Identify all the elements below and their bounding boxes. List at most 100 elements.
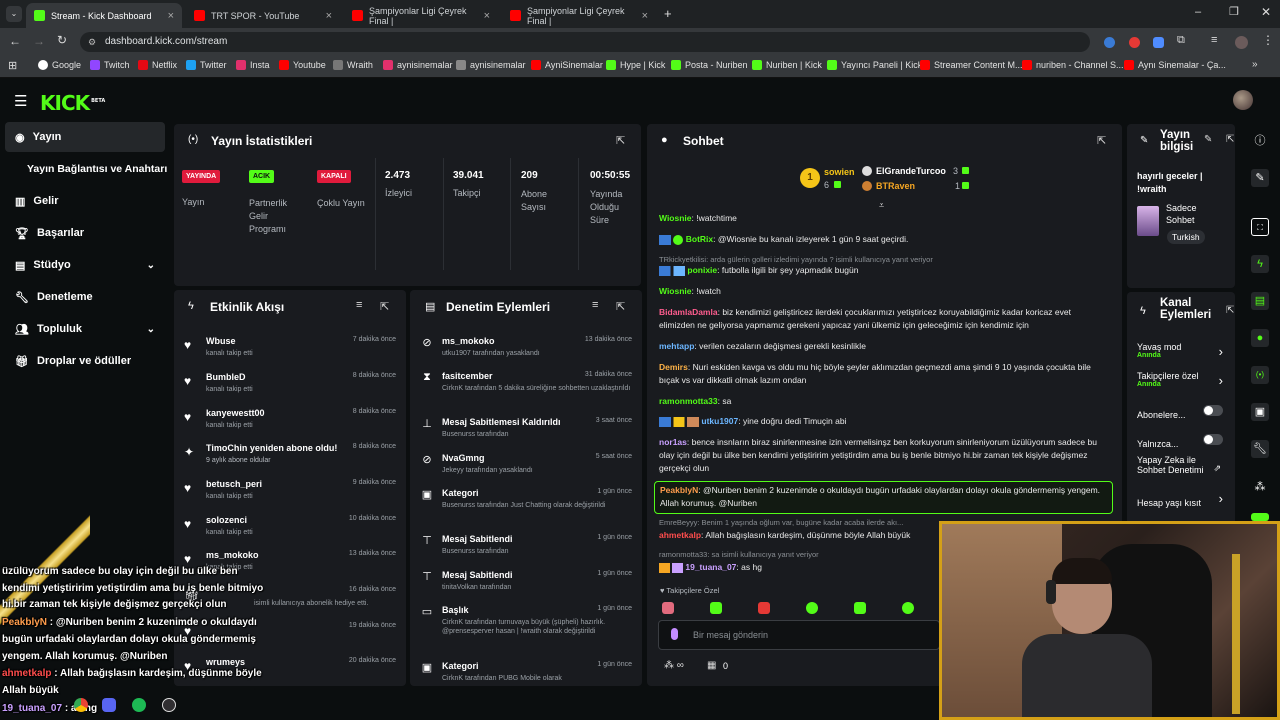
info-icon[interactable]: ⓘ	[1251, 132, 1269, 150]
popout-icon[interactable]: ⇱	[1097, 134, 1106, 147]
spotify-taskbar-icon[interactable]	[132, 698, 146, 712]
save-icon[interactable]: ▣	[1251, 403, 1269, 421]
sidebar-item-basarilar[interactable]: 🏆︎ Başarılar	[5, 218, 165, 248]
bookmark-hype-kick[interactable]: Hype | Kick	[606, 60, 665, 70]
bookmark-twitch[interactable]: Twitch	[90, 60, 130, 70]
document-icon[interactable]: ▤	[1251, 292, 1269, 310]
new-tab-icon[interactable]: +	[664, 6, 672, 21]
bookmark-aynisinemalar-2[interactable]: aynisinemalar	[456, 60, 526, 70]
bookmark-streamer-content[interactable]: Streamer Content M...	[920, 60, 1023, 70]
sidebar-item-yayin[interactable]: ◉ Yayın	[5, 122, 165, 152]
action-ai-moderation[interactable]: Yapay Zeka ile Sohbet Denetimi ⇗	[1137, 455, 1229, 487]
obs-taskbar-icon[interactable]	[162, 698, 176, 712]
tab-sampiyonlar-2[interactable]: Şampiyonlar Ligi Çeyrek Final | ×	[502, 3, 656, 28]
expand-leaderboard-icon[interactable]: ⩡	[879, 200, 884, 211]
emote-icon[interactable]	[710, 602, 722, 614]
broadcast-icon[interactable]: (•)	[1251, 366, 1269, 384]
emote-icon[interactable]	[806, 602, 818, 614]
action-account-age[interactable]: Hesap yaşı kısıt ›	[1137, 491, 1229, 508]
toggle-switch[interactable]	[1203, 405, 1223, 416]
bookmark-netflix[interactable]: Netflix	[138, 60, 177, 70]
bookmarks-overflow-icon[interactable]: »	[1252, 59, 1258, 70]
filter-icon[interactable]: ≡	[356, 299, 362, 311]
popout-icon[interactable]: ⇱	[616, 300, 625, 313]
sidebar-item-studyo[interactable]: ▤ Stüdyo ⌄	[5, 250, 165, 280]
close-icon[interactable]: ×	[168, 10, 174, 22]
popout-icon[interactable]: ⇱	[380, 300, 389, 313]
points-icon[interactable]: ⁂	[1251, 478, 1269, 496]
wrench-icon[interactable]: 🔧︎	[1251, 440, 1269, 458]
tab-trt-spor[interactable]: TRT SPOR - YouTube ×	[186, 3, 340, 28]
close-icon[interactable]: ×	[326, 10, 332, 22]
action-slow-mode[interactable]: Yavaş mod Anında ›	[1137, 342, 1229, 364]
emote-icon[interactable]	[854, 602, 866, 614]
bookmark-posta[interactable]: Posta - Nuriben	[671, 60, 748, 70]
toggle-switch[interactable]	[1203, 434, 1223, 445]
sidebar-item-yayin-baglantisi[interactable]: Yayın Bağlantısı ve Anahtarı	[5, 154, 173, 184]
extensions-puzzle-icon[interactable]: ⧉	[1177, 34, 1185, 47]
bookmark-nuriben-kick[interactable]: Nuriben | Kick	[752, 60, 822, 70]
bookmark-google[interactable]: Google	[38, 60, 81, 70]
action-only[interactable]: Yalnızca...	[1137, 434, 1229, 449]
fullscreen-icon[interactable]: ⛶	[1251, 218, 1269, 236]
pencil-icon[interactable]: ✎	[1251, 169, 1269, 187]
emote-icon[interactable]	[758, 602, 770, 614]
emote-icon[interactable]	[902, 602, 914, 614]
popout-icon[interactable]: ⇱	[1226, 305, 1234, 316]
chrome-taskbar-icon[interactable]	[74, 698, 88, 712]
filter-icon[interactable]: ≡	[592, 299, 598, 311]
sidebar-item-droplar[interactable]: 🎁︎ Droplar ve ödüller	[5, 346, 165, 376]
gift-icon[interactable]: ▦	[707, 660, 716, 671]
browser-menu-icon[interactable]: ⋮	[1262, 33, 1274, 47]
popout-icon[interactable]: ⇱	[616, 134, 625, 147]
site-info-icon[interactable]: ⚙	[88, 32, 96, 52]
bookmark-youtube[interactable]: Youtube	[279, 60, 326, 70]
bolt-icon[interactable]: ϟ	[1251, 255, 1269, 273]
tab-kick-dashboard[interactable]: Stream - Kick Dashboard ×	[26, 3, 182, 28]
points-icon[interactable]: ⁂ ∞	[664, 660, 684, 671]
bookmark-wraith[interactable]: Wraith	[333, 60, 373, 70]
kick-favicon-icon	[34, 10, 45, 21]
category-name[interactable]: Sadece Sohbet	[1166, 202, 1216, 226]
forward-icon[interactable]: →	[33, 34, 45, 48]
discord-taskbar-icon[interactable]	[102, 698, 116, 712]
close-icon[interactable]: ×	[484, 10, 490, 22]
user-avatar[interactable]	[1233, 90, 1253, 110]
extension-icon-3[interactable]	[1153, 37, 1164, 48]
chat-bubble-icon[interactable]: ●	[1251, 329, 1269, 347]
close-icon[interactable]: ×	[642, 10, 648, 22]
bookmark-insta[interactable]: Insta	[236, 60, 270, 70]
sidebar-item-denetleme[interactable]: 🔧︎ Denetleme	[5, 282, 165, 312]
popout-icon[interactable]: ⇱	[1226, 134, 1234, 145]
bookmark-channel[interactable]: nuriben - Channel S...	[1022, 60, 1124, 70]
tab-list-button[interactable]: ⌄	[6, 6, 22, 22]
action-followers-only[interactable]: Takipçilere özel Anında ›	[1137, 371, 1229, 393]
chat-input[interactable]: Bir mesaj gönderin	[658, 620, 940, 650]
bookmark-ayni-sinemalar[interactable]: Aynı Sinemalar - Ça...	[1124, 60, 1226, 70]
apps-grid-icon[interactable]: ⊞	[8, 59, 17, 72]
sidebar-item-topluluk[interactable]: 👥︎ Topluluk ⌄	[5, 314, 165, 344]
bookmark-twitter[interactable]: Twitter	[186, 60, 227, 70]
back-icon[interactable]: ←	[9, 34, 21, 48]
profile-avatar[interactable]	[1235, 36, 1248, 49]
bookmark-aynisinemalar-3[interactable]: AyniSinemalar	[531, 60, 603, 70]
microphone-icon[interactable]	[671, 628, 678, 640]
address-bar[interactable]: ⚙ dashboard.kick.com/stream	[80, 32, 1090, 52]
reload-icon[interactable]: ↻	[57, 33, 67, 47]
extension-icon-2[interactable]	[1129, 37, 1140, 48]
kick-logo[interactable]: KICK BETA	[40, 91, 105, 115]
action-subscribers-only[interactable]: Abonelere...	[1137, 405, 1229, 420]
sidebar-item-gelir[interactable]: ▥ Gelir	[5, 186, 165, 216]
bookmark-yayinci-paneli[interactable]: Yayıncı Paneli | Kick	[827, 60, 922, 70]
hamburger-menu-icon[interactable]: ☰	[14, 92, 27, 110]
close-window-icon[interactable]: ✕	[1261, 5, 1271, 19]
emote-icon[interactable]	[662, 602, 674, 614]
reading-list-icon[interactable]: ≡	[1211, 34, 1217, 46]
tab-sampiyonlar-1[interactable]: Şampiyonlar Ligi Çeyrek Final | ×	[344, 3, 498, 28]
edit-icon[interactable]: ✎	[1204, 134, 1212, 145]
maximize-icon[interactable]: ❐	[1229, 5, 1239, 18]
extension-icon-1[interactable]	[1104, 37, 1115, 48]
green-toggle-icon[interactable]	[1251, 513, 1269, 521]
bookmark-aynisinemalar-1[interactable]: aynisinemalar	[383, 60, 453, 70]
minimize-icon[interactable]: –	[1195, 6, 1201, 18]
